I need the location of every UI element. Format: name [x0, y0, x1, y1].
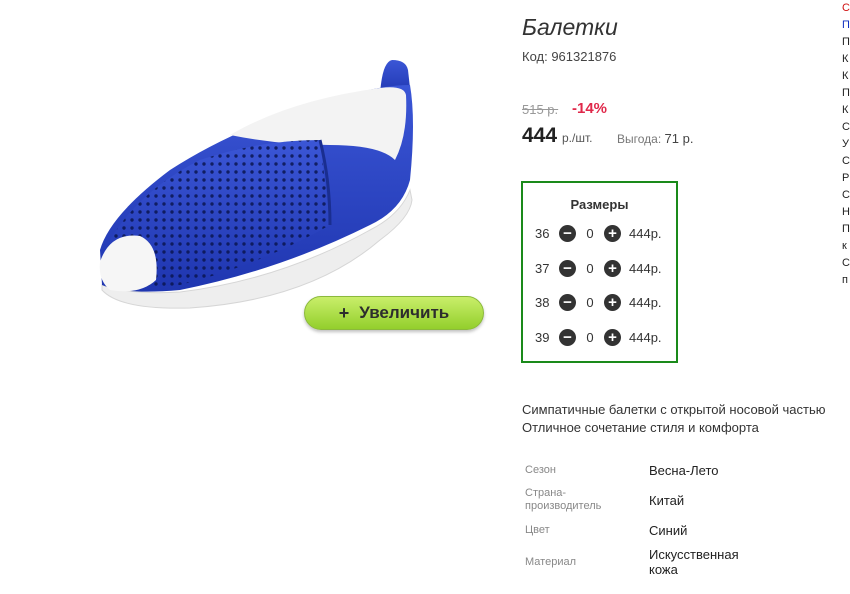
minus-icon[interactable]: −: [559, 259, 576, 277]
spec-label: Цвет: [525, 524, 550, 536]
plus-icon[interactable]: +: [604, 259, 621, 277]
ballet-flat-image: [99, 60, 413, 309]
minus-icon[interactable]: −: [559, 224, 576, 242]
old-price: 515 р.: [522, 102, 559, 117]
minus-icon[interactable]: −: [559, 293, 576, 311]
side-menu-item[interactable]: С: [842, 255, 850, 272]
current-price: 444: [522, 124, 558, 147]
product-code: Код: 961321876: [522, 49, 617, 64]
size-row: 37 − 0 + 444р.: [535, 258, 662, 278]
spec-label: Сезон: [525, 464, 556, 476]
size-row: 36 − 0 + 444р.: [535, 223, 662, 243]
minus-icon[interactable]: −: [559, 328, 576, 346]
side-menu-item[interactable]: П: [842, 85, 850, 102]
side-menu-item[interactable]: К: [842, 68, 850, 85]
size-price: 444р.: [629, 225, 662, 241]
product-title: Балетки: [522, 14, 618, 40]
size-price: 444р.: [629, 329, 662, 345]
side-menu-item[interactable]: Н: [842, 204, 850, 221]
quantity-value: 0: [586, 225, 594, 241]
side-menu-item[interactable]: С: [842, 153, 850, 170]
benefit: Выгода: 71 р.: [617, 131, 693, 146]
spec-label: Страна-производитель: [525, 487, 602, 512]
side-menu-item[interactable]: к: [842, 238, 850, 255]
sizes-title: Размеры: [570, 197, 629, 212]
side-menu-item[interactable]: П: [842, 17, 850, 34]
size-number: 38: [535, 294, 550, 310]
plus-icon[interactable]: +: [604, 293, 621, 311]
side-menu-item[interactable]: п: [842, 272, 850, 289]
side-menu-item[interactable]: П: [842, 221, 850, 238]
size-row: 39 − 0 + 444р.: [535, 327, 662, 347]
plus-icon[interactable]: +: [604, 224, 621, 242]
size-price: 444р.: [629, 294, 662, 310]
description-line: Симпатичные балетки с открытой носовой ч…: [522, 402, 826, 417]
side-menu-item[interactable]: С: [842, 119, 850, 136]
quantity-value: 0: [586, 294, 594, 310]
quantity-value: 0: [586, 260, 594, 276]
side-menu-item[interactable]: С: [842, 0, 850, 17]
plus-icon[interactable]: +: [604, 328, 621, 346]
side-menu-item[interactable]: У: [842, 136, 850, 153]
size-number: 36: [535, 225, 550, 241]
side-menu: С П П К К П К С У С Р С Н П к С п: [842, 0, 850, 289]
description-line: Отличное сочетание стиля и комфорта: [522, 420, 759, 435]
spec-value: Синий: [649, 523, 688, 538]
side-menu-item[interactable]: Р: [842, 170, 850, 187]
benefit-value: 71 р.: [664, 131, 694, 146]
price-unit: р./шт.: [562, 131, 593, 145]
spec-value: Весна-Лето: [649, 463, 719, 478]
product-image[interactable]: [80, 40, 500, 340]
size-price: 444р.: [629, 260, 662, 276]
plus-icon: +: [338, 302, 350, 323]
side-menu-item[interactable]: П: [842, 34, 850, 51]
size-row: 38 − 0 + 444р.: [535, 292, 662, 312]
spec-label: Материал: [525, 556, 576, 568]
discount-badge: -14%: [572, 100, 608, 117]
zoom-button[interactable]: + Увеличить: [304, 296, 484, 330]
sizes-box: Размеры 36 − 0 + 444р. 37 − 0 + 444р. 38…: [521, 181, 678, 363]
side-menu-item[interactable]: С: [842, 187, 850, 204]
size-number: 39: [535, 329, 550, 345]
size-number: 37: [535, 260, 550, 276]
zoom-button-label: Увеличить: [359, 303, 450, 322]
product-description: Симпатичные балетки с открытой носовой ч…: [522, 401, 850, 437]
spec-value: Китай: [649, 493, 685, 508]
benefit-label: Выгода:: [617, 132, 662, 146]
spec-value: Искусственная кожа: [649, 547, 739, 577]
side-menu-item[interactable]: К: [842, 102, 850, 119]
quantity-value: 0: [586, 329, 594, 345]
side-menu-item[interactable]: К: [842, 51, 850, 68]
